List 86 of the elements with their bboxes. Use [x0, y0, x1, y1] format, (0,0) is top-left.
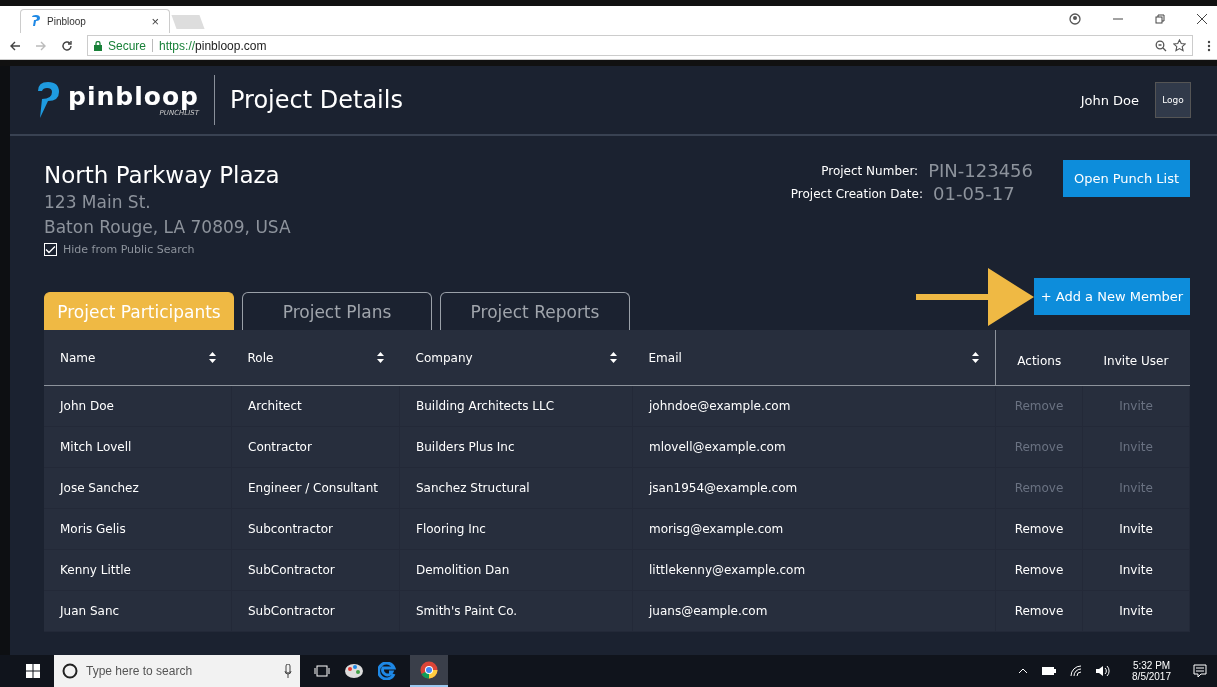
table-cell: Engineer / Consultant [231, 467, 400, 509]
secure-label: Secure [108, 38, 147, 53]
table-cell: Contractor [231, 426, 400, 468]
profile-icon[interactable] [1069, 13, 1081, 26]
remove-link[interactable]: Remove [1014, 563, 1064, 577]
menu-icon[interactable] [1207, 39, 1211, 52]
column-header[interactable]: Name [44, 330, 232, 386]
url-text: https://pinbloop.com [159, 38, 267, 53]
notification-icon[interactable] [1193, 664, 1207, 678]
table-cell: Mitch Lovell [44, 426, 232, 468]
checkbox[interactable] [44, 243, 57, 256]
table-cell: Demolition Dan [399, 549, 633, 591]
creation-date: 01-05-17 [933, 183, 1016, 204]
table-cell: Juan Sanc [44, 590, 232, 632]
page-title: Project Details [230, 86, 403, 114]
chevron-up-icon[interactable] [1018, 668, 1029, 674]
wifi-icon[interactable] [1070, 665, 1083, 677]
back-icon[interactable] [9, 39, 21, 52]
windows-start-icon[interactable] [26, 664, 40, 678]
avatar-logo[interactable]: Logo [1155, 82, 1191, 118]
cortana-circle-icon [62, 663, 78, 679]
table-cell: Jose Sanchez [44, 467, 232, 509]
column-header: Actions [995, 330, 1083, 386]
table-cell: John Doe [44, 385, 232, 427]
tab-title: Pinbloop [47, 15, 87, 27]
table-cell: Smith's Paint Co. [399, 590, 633, 632]
open-punch-list-button[interactable]: Open Punch List [1063, 160, 1190, 197]
field-label: Project Creation Date: [790, 186, 923, 201]
project-name: North Parkway Plaza [44, 161, 281, 190]
clock-date[interactable]: 8/5/2017 [1132, 671, 1171, 682]
chrome-taskbar-button[interactable] [410, 655, 448, 687]
browser-tab[interactable]: Pinbloop × [20, 8, 170, 33]
task-view-icon[interactable] [314, 665, 330, 677]
taskbar-search-field[interactable]: Type here to search [54, 655, 300, 687]
add-member-button[interactable]: + Add a New Member [1034, 278, 1190, 315]
column-header: Invite User [1082, 330, 1190, 386]
table-cell: Flooring Inc [399, 508, 633, 550]
table-cell: morisg@example.com [632, 508, 996, 550]
checkbox-label: Hide from Public Search [63, 243, 195, 256]
table-cell: Building Architects LLC [399, 385, 633, 427]
table-cell: mlovell@example.com [632, 426, 996, 468]
table-cell: Sanchez Structural [399, 467, 633, 509]
table-cell: SubContractor [231, 549, 400, 591]
table-cell: Architect [231, 385, 400, 427]
remove-link[interactable]: Remove [1014, 522, 1064, 536]
column-header[interactable]: Company [399, 330, 633, 386]
close-tab-icon[interactable]: × [151, 13, 159, 29]
table-cell: Subcontractor [231, 508, 400, 550]
table-cell: jsan1954@example.com [632, 467, 996, 509]
field-label: Project Number: [821, 163, 919, 178]
speaker-icon[interactable] [1096, 665, 1111, 677]
zoom-icon[interactable] [1155, 39, 1167, 52]
address-line: Baton Rouge, LA 70809, USA [44, 216, 292, 239]
lock-icon [94, 40, 102, 51]
table-cell: johndoe@example.com [632, 385, 996, 427]
paint-app-icon[interactable] [344, 662, 364, 680]
sort-icon[interactable] [376, 352, 384, 363]
column-header[interactable]: Email [632, 330, 996, 386]
table-cell: SubContractor [231, 590, 400, 632]
user-name[interactable]: John Doe [1080, 92, 1139, 108]
star-icon[interactable] [1173, 39, 1186, 53]
invite-link[interactable]: Invite [1119, 522, 1153, 536]
clock-time[interactable]: 5:32 PM [1132, 660, 1171, 671]
reload-icon[interactable] [61, 39, 73, 52]
address-bar[interactable]: Secure https://pinbloop.com [87, 35, 1193, 57]
table-cell: Moris Gelis [44, 508, 232, 550]
table-cell: Builders Plus Inc [399, 426, 633, 468]
table-cell: Kenny Little [44, 549, 232, 591]
favicon-icon [31, 15, 41, 27]
battery-icon[interactable] [1042, 667, 1057, 675]
table-cell: juans@eample.com [632, 590, 996, 632]
table-cell: littlekenny@example.com [632, 549, 996, 591]
chrome-icon [420, 661, 438, 679]
column-header[interactable]: Role [231, 330, 400, 386]
invite-link[interactable]: Invite [1119, 563, 1153, 577]
restore-icon[interactable] [1155, 14, 1165, 25]
microphone-icon[interactable] [284, 664, 292, 678]
sort-icon[interactable] [208, 352, 216, 363]
invite-link[interactable]: Invite [1119, 604, 1153, 618]
sort-icon[interactable] [609, 352, 617, 363]
sort-icon[interactable] [972, 352, 979, 363]
address-line: 123 Main St. [44, 191, 152, 214]
close-icon[interactable] [1197, 14, 1207, 25]
project-number: PIN-123456 [928, 160, 1033, 181]
remove-link[interactable]: Remove [1014, 604, 1064, 618]
edge-browser-icon[interactable] [378, 662, 396, 680]
